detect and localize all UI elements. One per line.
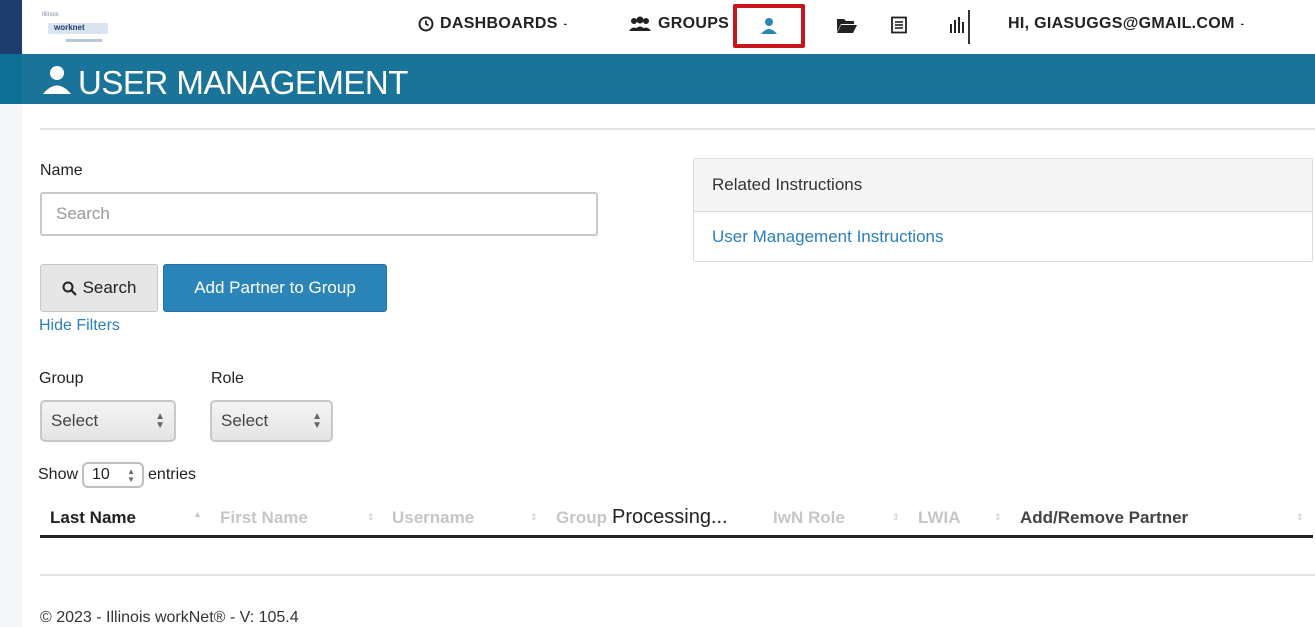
page-banner: USER MANAGEMENT	[22, 54, 1315, 104]
add-partner-to-group-button[interactable]: Add Partner to Group	[163, 264, 387, 312]
column-header-group[interactable]: Group	[556, 508, 612, 528]
nav-divider	[968, 10, 970, 44]
select-arrows-icon: ▲ ▼	[312, 411, 322, 431]
entries-label: entries	[148, 466, 197, 483]
column-header-add-remove-partner[interactable]: Add/Remove Partner	[1020, 508, 1188, 528]
worknet-logo[interactable]: Illinois worknet	[42, 12, 120, 48]
select-arrows-icon: ▲ ▼	[155, 411, 165, 431]
related-instructions-header: Related Instructions	[694, 159, 1312, 212]
entries-value: 10	[92, 466, 110, 483]
role-label: Role	[211, 370, 244, 387]
role-select-value: Select	[221, 411, 269, 430]
folder-open-icon[interactable]	[836, 14, 858, 36]
sort-asc-icon: ▲	[193, 509, 202, 519]
list-document-icon[interactable]	[888, 14, 910, 36]
nav-groups-label: GROUPS	[658, 15, 730, 32]
clock-icon	[418, 16, 434, 32]
sort-icon: ⇕	[994, 512, 1002, 522]
user-management-instructions-link[interactable]: User Management Instructions	[712, 227, 944, 247]
users-icon	[629, 16, 651, 31]
caret-down-icon: -	[1240, 18, 1245, 30]
group-label: Group	[39, 370, 84, 387]
related-instructions-body: User Management Instructions	[694, 212, 1312, 262]
footer-copyright: © 2023 - Illinois workNet® - V: 105.4	[40, 609, 299, 626]
column-header-first-name[interactable]: First Name	[220, 508, 308, 528]
group-select[interactable]: Select ▲ ▼	[40, 400, 176, 442]
entries-per-page-select[interactable]: 10 ▲ ▼	[82, 462, 145, 488]
column-header-lwia[interactable]: LWIA	[918, 508, 961, 528]
processing-indicator: Processing...	[612, 506, 728, 528]
user-greeting: HI, GIASUGGS@GMAIL.COM	[1008, 15, 1235, 32]
nav-dashboards-label: DASHBOARDS	[440, 15, 558, 32]
sort-icon: ⇕	[367, 512, 375, 522]
search-icon	[62, 281, 77, 296]
entries-control: Show 10 ▲ ▼ entries	[38, 462, 196, 488]
user-management-nav-button[interactable]	[733, 4, 805, 48]
sort-icon: ⇕	[1296, 512, 1304, 522]
column-header-last-name[interactable]: Last Name	[50, 508, 136, 528]
name-label: Name	[40, 162, 83, 179]
left-edge-teal	[0, 54, 22, 104]
table-header-border	[40, 535, 1313, 538]
search-button-label: Search	[82, 278, 137, 297]
divider	[40, 574, 1315, 576]
group-select-value: Select	[51, 411, 99, 430]
nav-user-menu[interactable]: HI, GIASUGGS@GMAIL.COM -	[1008, 15, 1244, 33]
nav-groups[interactable]: GROUPS	[628, 15, 729, 33]
page-title: USER MANAGEMENT	[78, 64, 408, 101]
logo-text: worknet	[54, 23, 85, 32]
role-select[interactable]: Select ▲ ▼	[210, 400, 333, 442]
hide-filters-link[interactable]: Hide Filters	[39, 317, 120, 335]
user-icon	[43, 66, 71, 94]
select-arrows-icon: ▲ ▼	[127, 467, 136, 484]
show-label: Show	[38, 466, 79, 483]
divider	[40, 128, 1315, 130]
sort-icon: ⇕	[530, 512, 538, 522]
nav-dashboards[interactable]: DASHBOARDS -	[418, 15, 567, 33]
sort-icon: ⇕	[892, 512, 900, 522]
column-header-iwn-role[interactable]: IwN Role	[773, 508, 845, 528]
caret-down-icon: -	[563, 18, 568, 30]
name-search-input[interactable]	[40, 192, 598, 236]
user-icon	[761, 18, 777, 34]
left-edge-navy	[0, 0, 22, 54]
add-partner-button-label: Add Partner to Group	[194, 278, 356, 297]
column-header-username[interactable]: Username	[392, 508, 474, 528]
related-instructions-panel: Related Instructions User Management Ins…	[693, 158, 1313, 262]
left-edge-strip	[0, 0, 22, 627]
search-button[interactable]: Search	[40, 264, 158, 312]
bar-chart-icon[interactable]	[946, 14, 968, 36]
